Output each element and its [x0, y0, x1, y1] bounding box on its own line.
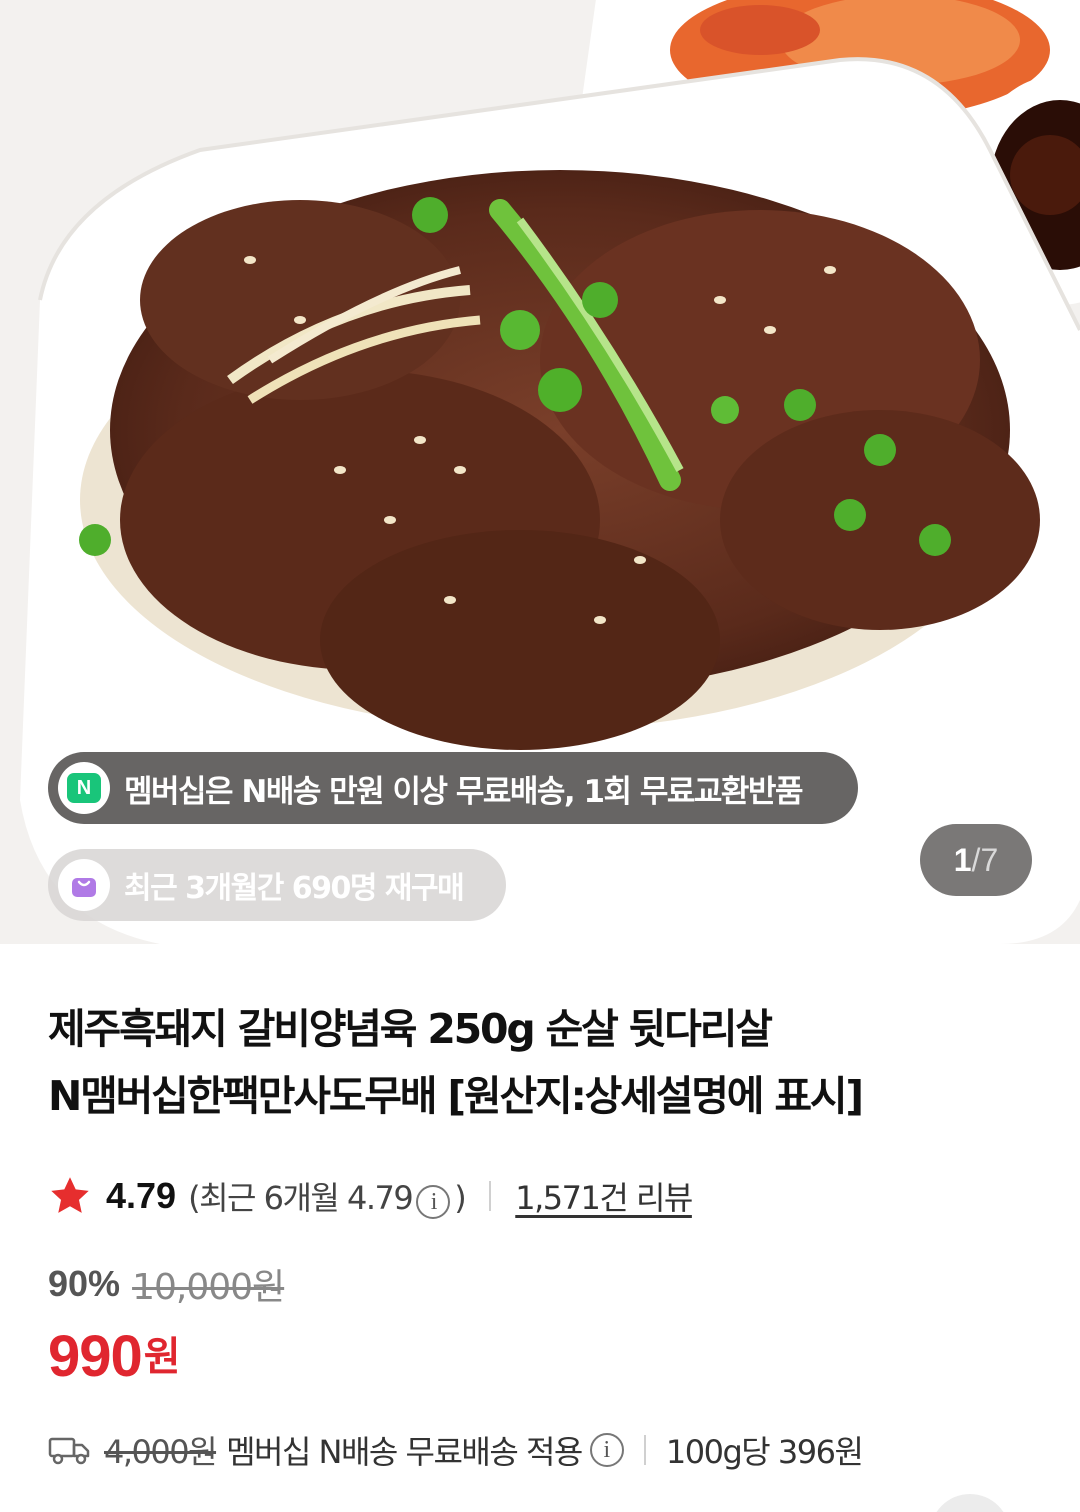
product-title: 제주흑돼지 갈비양념육 250g 순살 뒷다리살 N맴버십한팩만사도무배 [원산… — [48, 996, 1038, 1130]
original-price: 10,000원 — [132, 1267, 285, 1308]
rating-row: 4.79 (최근 6개월 4.79 i) 1,571건 리뷰 — [48, 1168, 693, 1224]
rating-recent-close: ) — [454, 1179, 466, 1217]
shipping-note: 멤버십 N배송 무료배송 적용 — [226, 1433, 583, 1471]
pager-total: 7 — [980, 841, 999, 878]
floating-button[interactable] — [930, 1494, 1010, 1512]
pager-current: 1 — [953, 841, 972, 878]
info-icon[interactable]: i — [416, 1185, 451, 1219]
product-title-line2: N맴버십한팩만사도무배 [원산지:상세설명에 표시] — [48, 1072, 864, 1120]
sale-price-row: 990 원 — [48, 1320, 181, 1390]
repurchase-badge-text: 최근 3개월간 690명 재구매 — [124, 871, 465, 906]
shipping-info-icon[interactable]: i — [589, 1433, 624, 1467]
truck-icon — [48, 1437, 90, 1465]
sale-price-currency: 원 — [143, 1334, 181, 1380]
review-count-link[interactable]: 1,571건 리뷰 — [515, 1173, 693, 1219]
divider — [489, 1181, 492, 1211]
shipping-row: 4,000원 멤버십 N배송 무료배송 적용 i 100g당 396원 — [48, 1422, 864, 1478]
price-original-row: 90% 10,000원 — [48, 1260, 285, 1308]
divider — [643, 1435, 646, 1465]
membership-badge: N 멤버십은 N배송 만원 이상 무료배송, 1회 무료교환반품 — [48, 752, 858, 824]
repurchase-badge: 최근 3개월간 690명 재구매 — [48, 849, 506, 921]
product-title-line1: 제주흑돼지 갈비양념육 250g 순살 뒷다리살 — [48, 1005, 773, 1053]
image-pager: 1 / 7 — [920, 824, 1032, 896]
unit-price: 100g당 396원 — [665, 1433, 864, 1471]
membership-badge-text: 멤버십은 N배송 만원 이상 무료배송, 1회 무료교환반품 — [124, 773, 803, 810]
product-photo[interactable]: N 멤버십은 N배송 만원 이상 무료배송, 1회 무료교환반품 최근 3개월간… — [0, 0, 1080, 944]
rating-recent: (최근 6개월 4.79 i) — [188, 1173, 467, 1219]
rating-recent-text: (최근 6개월 4.79 — [188, 1179, 414, 1217]
discount-rate: 90% — [48, 1263, 121, 1304]
original-shipping-fee: 4,000원 — [104, 1433, 218, 1471]
rating-score: 4.79 — [106, 1175, 177, 1216]
star-icon — [51, 1177, 89, 1213]
n-delivery-icon: N — [58, 762, 110, 814]
shopping-bag-icon — [58, 859, 110, 911]
pager-separator: / — [971, 841, 981, 878]
sale-price: 990 — [48, 1324, 143, 1389]
